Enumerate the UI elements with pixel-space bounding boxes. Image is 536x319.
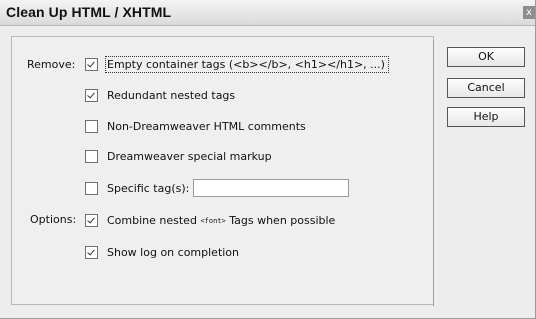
specific-tags-checkbox[interactable] bbox=[85, 181, 98, 195]
redundant-nested-tags-label: Redundant nested tags bbox=[107, 89, 236, 102]
specific-tags-input[interactable] bbox=[193, 179, 350, 197]
combine-nested-font-tags-option[interactable]: Combine nested <font> Tags when possible bbox=[85, 214, 335, 227]
non-dreamweaver-comments-label: Non-Dreamweaver HTML comments bbox=[107, 120, 306, 133]
redundant-nested-tags-checkbox[interactable] bbox=[85, 89, 98, 102]
options-panel bbox=[11, 36, 434, 305]
clean-up-html-dialog: Clean Up HTML / XHTML x Remove: Empty co… bbox=[0, 0, 536, 319]
dreamweaver-special-markup-checkbox[interactable] bbox=[85, 150, 98, 163]
ok-button[interactable]: OK bbox=[447, 47, 525, 67]
remove-dreamweaver-special-markup-option[interactable]: Dreamweaver special markup bbox=[85, 150, 272, 163]
specific-tags-label: Specific tag(s): bbox=[107, 181, 190, 195]
remove-non-dreamweaver-comments-option[interactable]: Non-Dreamweaver HTML comments bbox=[85, 120, 306, 133]
font-tag-code: <font> bbox=[200, 217, 226, 225]
cancel-button[interactable]: Cancel bbox=[447, 78, 525, 98]
non-dreamweaver-comments-checkbox[interactable] bbox=[85, 120, 98, 133]
help-button[interactable]: Help bbox=[447, 107, 525, 127]
combine-nested-label-post: Tags when possible bbox=[225, 214, 336, 227]
show-log-on-completion-label: Show log on completion bbox=[107, 246, 240, 259]
remove-redundant-nested-tags-option[interactable]: Redundant nested tags bbox=[85, 89, 235, 102]
remove-label: Remove: bbox=[27, 58, 76, 71]
show-log-on-completion-checkbox[interactable] bbox=[85, 246, 98, 259]
combine-nested-font-tags-checkbox[interactable] bbox=[85, 214, 98, 227]
empty-container-tags-label: Empty container tags (<b></b>, <h1></h1>… bbox=[105, 56, 389, 73]
combine-nested-label-pre: Combine nested bbox=[107, 214, 201, 227]
title-bar: Clean Up HTML / XHTML x bbox=[0, 0, 535, 26]
panel-divider bbox=[433, 40, 434, 306]
combine-nested-font-tags-label: Combine nested <font> Tags when possible bbox=[107, 214, 335, 227]
dreamweaver-special-markup-label: Dreamweaver special markup bbox=[107, 150, 272, 163]
options-label: Options: bbox=[30, 213, 77, 226]
dialog-title: Clean Up HTML / XHTML bbox=[6, 4, 172, 20]
remove-empty-container-tags-option[interactable]: Empty container tags (<b></b>, <h1></h1>… bbox=[85, 56, 389, 73]
close-icon[interactable]: x bbox=[523, 6, 535, 19]
remove-specific-tags-option[interactable]: Specific tag(s): bbox=[85, 179, 350, 197]
show-log-on-completion-option[interactable]: Show log on completion bbox=[85, 246, 239, 259]
empty-container-tags-checkbox[interactable] bbox=[85, 58, 98, 71]
